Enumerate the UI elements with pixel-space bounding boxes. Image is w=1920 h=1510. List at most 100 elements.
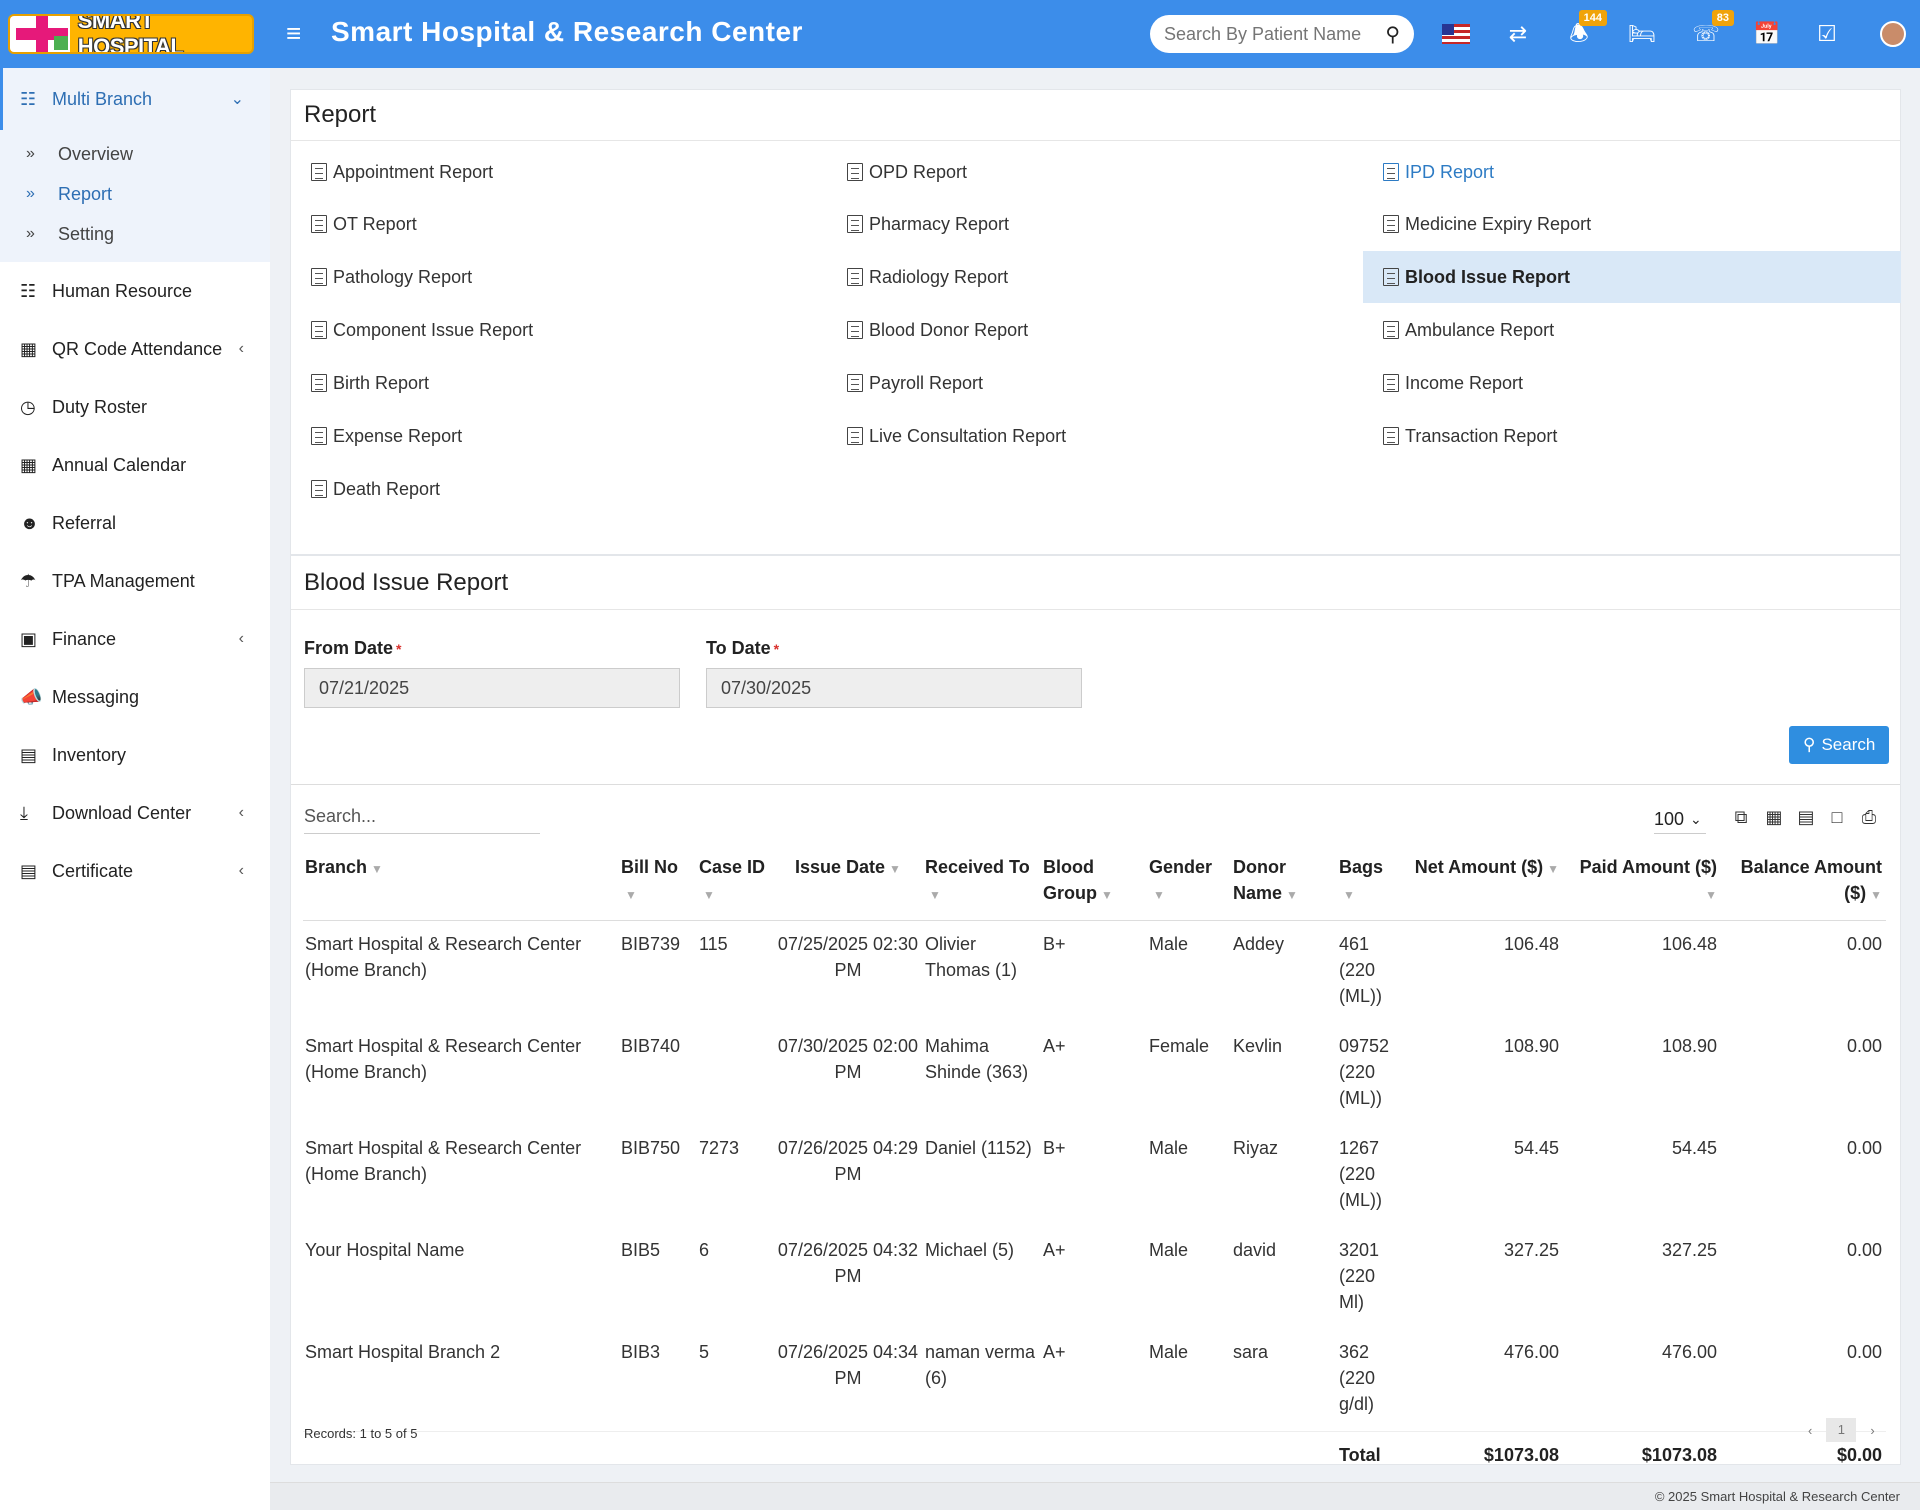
csv-icon[interactable]: ▤: [1795, 806, 1817, 828]
report-link-blood-issue[interactable]: Blood Issue Report: [1363, 251, 1901, 303]
report-link-label: Medicine Expiry Report: [1405, 213, 1592, 234]
submenu-item-setting[interactable]: » Setting: [0, 214, 270, 254]
chevron-left-icon: ‹: [238, 340, 244, 357]
sidebar-item-finance[interactable]: ▣ Finance ‹: [0, 610, 270, 668]
sidebar-item-tpa-management[interactable]: ☂ TPA Management: [0, 552, 270, 610]
sidebar-item-duty-roster[interactable]: ◷ Duty Roster: [0, 378, 270, 436]
cell-issue-date: 07/30/2025 02:00 PM: [777, 1036, 919, 1082]
excel-icon[interactable]: ▦: [1763, 806, 1785, 828]
report-link-label: Component Issue Report: [333, 319, 534, 340]
to-date-input[interactable]: 07/30/2025: [706, 668, 1082, 708]
table-search-input[interactable]: Search...: [304, 800, 540, 834]
calendar-icon[interactable]: 📅: [1751, 20, 1783, 48]
report-link-label: Income Report: [1405, 372, 1524, 393]
file-text-icon: [311, 321, 327, 339]
column-header-blood-group[interactable]: Blood Group ▼: [1041, 850, 1147, 921]
copy-icon[interactable]: ⧉: [1730, 806, 1752, 828]
task-check-icon[interactable]: ☑: [1811, 20, 1843, 48]
language-flag-icon[interactable]: [1440, 20, 1472, 48]
sidebar-item-referral[interactable]: ☻ Referral: [0, 494, 270, 552]
sidebar-item-download-center[interactable]: ⤓ Download Center ‹: [0, 784, 270, 842]
report-link-expense[interactable]: Expense Report: [291, 410, 827, 462]
report-link-blood-donor[interactable]: Blood Donor Report: [827, 304, 1363, 356]
sidebar-item-certificate[interactable]: ▤ Certificate ‹: [0, 842, 270, 900]
bed-icon[interactable]: 🛏: [1626, 20, 1658, 48]
report-link-income[interactable]: Income Report: [1363, 357, 1901, 409]
sidebar-item-annual-calendar[interactable]: ▦ Annual Calendar: [0, 436, 270, 494]
cell-branch: Your Hospital Name: [305, 1240, 465, 1260]
page-button-current[interactable]: 1: [1826, 1418, 1857, 1442]
required-asterisk: *: [396, 641, 402, 657]
report-link-appointment[interactable]: Appointment Report: [291, 146, 827, 198]
report-link-medicine-expiry[interactable]: Medicine Expiry Report: [1363, 198, 1901, 250]
sidebar-item-label: QR Code Attendance: [52, 338, 223, 359]
report-link-pathology[interactable]: Pathology Report: [291, 251, 827, 303]
sidebar-item-label: Annual Calendar: [52, 454, 187, 475]
report-link-radiology[interactable]: Radiology Report: [827, 251, 1363, 303]
column-header-bags[interactable]: Bags ▼: [1337, 850, 1403, 921]
submenu-item-report[interactable]: » Report: [0, 174, 270, 214]
report-link-transaction[interactable]: Transaction Report: [1363, 410, 1901, 462]
search-icon[interactable]: ⚲: [1385, 22, 1400, 47]
sort-icon: ▼: [1343, 888, 1355, 902]
cell-paid-amount: 108.90: [1661, 1036, 1717, 1056]
sort-icon: ▼: [625, 888, 637, 902]
report-link-label: Payroll Report: [869, 372, 984, 393]
file-text-icon: [311, 427, 327, 445]
sidebar-item-human-resource[interactable]: ☷ Human Resource: [0, 262, 270, 320]
to-date-label: To Date *: [706, 638, 779, 659]
report-link-label: Pharmacy Report: [869, 213, 1010, 234]
search-button[interactable]: ⚲ Search: [1789, 726, 1890, 764]
switch-branch-icon[interactable]: ⇄: [1502, 20, 1534, 48]
column-label: Issue Date: [795, 857, 886, 877]
double-chevron-icon: »: [26, 185, 35, 202]
next-page-icon[interactable]: ›: [1870, 1423, 1874, 1438]
submenu-item-overview[interactable]: » Overview: [0, 134, 270, 174]
report-link-live-consultation[interactable]: Live Consultation Report: [827, 410, 1363, 462]
pdf-icon[interactable]: □: [1826, 806, 1848, 828]
from-date-input[interactable]: 07/21/2025: [304, 668, 680, 708]
report-link-ot[interactable]: OT Report: [291, 198, 827, 250]
report-link-death[interactable]: Death Report: [291, 463, 827, 515]
sidebar-item-messaging[interactable]: 📣 Messaging: [0, 668, 270, 726]
top-navbar: SMART HOSPITAL ≡ Smart Hospital & Resear…: [0, 0, 1920, 68]
cell-donor-name: sara: [1233, 1342, 1269, 1362]
report-link-ipd[interactable]: IPD Report: [1363, 146, 1901, 198]
user-avatar[interactable]: [1880, 21, 1906, 47]
previous-page-icon[interactable]: ‹: [1808, 1423, 1812, 1438]
app-logo[interactable]: SMART HOSPITAL: [8, 14, 254, 54]
column-header-donor-name[interactable]: Donor Name ▼: [1231, 850, 1337, 921]
sidebar-item-qr-code-attendance[interactable]: ▦ QR Code Attendance ‹: [0, 320, 270, 378]
column-header-net-amount[interactable]: Net Amount ($) ▼: [1403, 850, 1563, 921]
report-link-component-issue[interactable]: Component Issue Report: [291, 304, 827, 356]
column-header-paid-amount[interactable]: Paid Amount ($) ▼: [1563, 850, 1721, 921]
report-link-ambulance[interactable]: Ambulance Report: [1363, 304, 1901, 356]
whatsapp-icon[interactable]: ☏ 83: [1690, 10, 1734, 48]
report-link-payroll[interactable]: Payroll Report: [827, 357, 1363, 409]
sort-icon: ▼: [371, 862, 383, 876]
menu-toggle-icon[interactable]: ≡: [286, 20, 301, 46]
print-icon[interactable]: ⎙: [1858, 806, 1880, 828]
column-header-gender[interactable]: Gender ▼: [1147, 850, 1231, 921]
sidebar-item-multi-branch[interactable]: ☷ Multi Branch ⌄: [0, 68, 270, 130]
column-header-bill-no[interactable]: Bill No ▼: [619, 850, 697, 921]
page-size-select[interactable]: 100 ⌄: [1654, 806, 1706, 834]
column-header-balance-amount[interactable]: Balance Amount ($) ▼: [1721, 850, 1886, 921]
patient-search-input[interactable]: [1164, 23, 1364, 45]
report-link-pharmacy[interactable]: Pharmacy Report: [827, 198, 1363, 250]
column-header-issue-date[interactable]: Issue Date ▼: [775, 850, 923, 921]
sidebar-item-inventory[interactable]: ▤ Inventory: [0, 726, 270, 784]
cell-gender: Female: [1149, 1036, 1210, 1056]
cell-issue-date: 07/25/2025 02:30 PM: [777, 934, 919, 980]
report-link-birth[interactable]: Birth Report: [291, 357, 827, 409]
notification-bell-icon[interactable]: 🕭 144: [1563, 10, 1607, 48]
chevron-left-icon: ‹: [238, 630, 244, 647]
column-header-case-id[interactable]: Case ID ▼: [697, 850, 775, 921]
file-text-icon: [311, 374, 327, 392]
column-header-branch[interactable]: Branch ▼: [303, 850, 619, 921]
cell-blood-group: A+: [1043, 1342, 1066, 1362]
bullhorn-icon: 📣: [20, 686, 43, 707]
sidebar-item-label: Certificate: [52, 860, 134, 881]
report-link-opd[interactable]: OPD Report: [827, 146, 1363, 198]
column-header-received-to[interactable]: Received To ▼: [923, 850, 1041, 921]
